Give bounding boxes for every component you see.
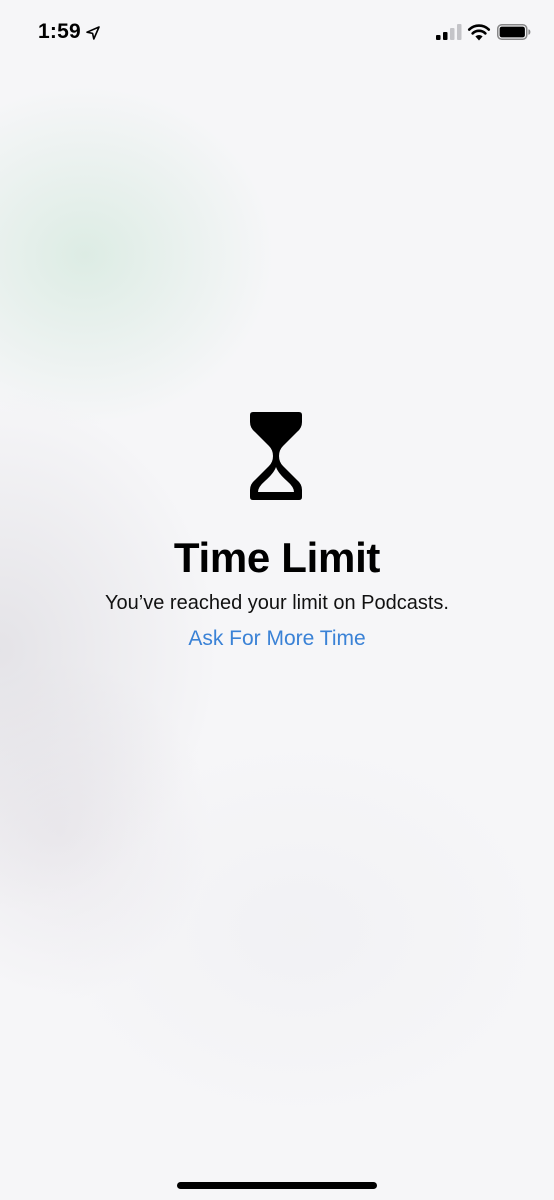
battery-icon <box>497 24 531 40</box>
wifi-icon <box>467 24 491 41</box>
status-bar: 1:59 <box>0 0 554 66</box>
limit-message: You’ve reached your limit on Podcasts. <box>105 592 449 614</box>
ask-for-more-time-label: Ask For More Time <box>188 627 366 650</box>
cellular-signal-icon <box>436 24 462 40</box>
hourglass-icon <box>250 412 302 500</box>
location-arrow-icon <box>86 26 100 40</box>
time-limit-screen: 1:59 Time Limit You’ve reached your limi… <box>0 0 554 1200</box>
page-title: Time Limit <box>173 534 381 581</box>
status-time: 1:59 <box>38 20 81 43</box>
home-indicator[interactable] <box>177 1182 377 1189</box>
status-time-group: 1:59 <box>38 20 100 44</box>
ask-for-more-time-button[interactable]: Ask For More Time <box>0 627 554 651</box>
